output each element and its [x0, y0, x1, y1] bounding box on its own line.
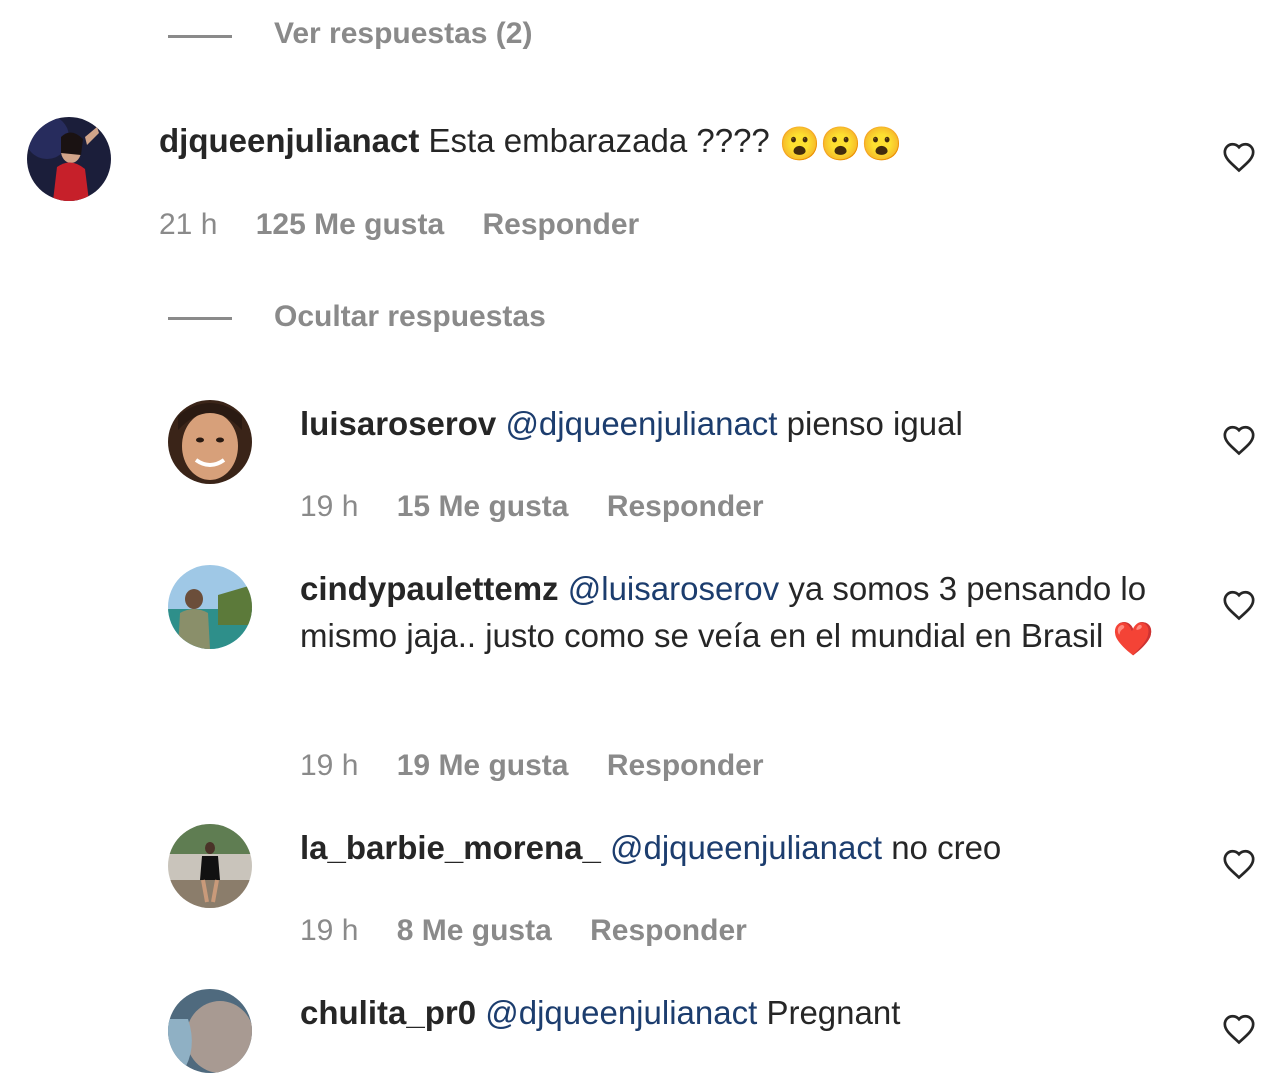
reply-button[interactable]: Responder — [483, 208, 640, 242]
reply-meta: 19 h 15 Me gusta Responder — [300, 490, 764, 524]
reply-text: chulita_pr0 @djqueenjulianact Pregnant — [300, 989, 1190, 1036]
comment-username[interactable]: djqueenjulianact — [159, 122, 419, 159]
comment-main-text: djqueenjulianact Esta embarazada ???? 😮😮… — [159, 117, 1199, 167]
avatar-image — [168, 565, 252, 649]
reply-likes[interactable]: 8 Me gusta — [397, 914, 552, 948]
avatar-djqueenjulianact[interactable] — [27, 117, 111, 201]
comment-likes[interactable]: 125 Me gusta — [256, 208, 444, 242]
reply-mention[interactable]: @luisaroserov — [568, 570, 779, 607]
comment-time: 21 h — [159, 208, 218, 241]
view-replies-button[interactable]: Ver respuestas (2) — [274, 17, 532, 51]
red-heart-emoji: ❤️ — [1112, 619, 1154, 657]
reply-mention[interactable]: @djqueenjulianact — [505, 405, 777, 442]
reply-mention[interactable]: @djqueenjulianact — [610, 829, 882, 866]
like-heart-icon[interactable] — [1222, 424, 1256, 456]
comment-body: Esta embarazada ???? — [428, 122, 770, 159]
hide-replies-line — [168, 317, 232, 320]
astonished-emoji: 😮 — [778, 124, 821, 162]
reply-body: pienso igual — [786, 405, 963, 442]
hide-replies-button[interactable]: Ocultar respuestas — [274, 300, 546, 334]
comment-main-meta: 21 h 125 Me gusta Responder — [159, 208, 639, 242]
view-replies-line — [168, 35, 232, 38]
reply-meta: 19 h 8 Me gusta Responder — [300, 914, 747, 948]
reply-button[interactable]: Responder — [607, 490, 764, 524]
avatar-chulita-pr0[interactable] — [168, 989, 252, 1073]
avatar-la-barbie-morena[interactable] — [168, 824, 252, 908]
reply-username[interactable]: luisaroserov — [300, 405, 496, 442]
reply-time: 19 h — [300, 490, 359, 523]
reply-text: luisaroserov @djqueenjulianact pienso ig… — [300, 400, 1180, 447]
avatar-image — [168, 824, 252, 908]
reply-username[interactable]: la_barbie_morena_ — [300, 829, 601, 866]
reply-mention[interactable]: @djqueenjulianact — [485, 994, 757, 1031]
reply-body: no creo — [891, 829, 1002, 866]
like-heart-icon[interactable] — [1222, 1013, 1256, 1045]
like-heart-icon[interactable] — [1222, 141, 1256, 173]
astonished-emoji: 😮 — [820, 124, 862, 162]
reply-meta: 19 h 19 Me gusta Responder — [300, 749, 764, 783]
reply-time: 19 h — [300, 914, 359, 947]
reply-button[interactable]: Responder — [607, 749, 764, 783]
avatar-image — [168, 400, 252, 484]
avatar-luisaroserov[interactable] — [168, 400, 252, 484]
astonished-emoji: 😮 — [861, 124, 903, 162]
like-heart-icon[interactable] — [1222, 848, 1256, 880]
avatar-image — [168, 989, 252, 1073]
reply-username[interactable]: cindypaulettemz — [300, 570, 559, 607]
reply-button[interactable]: Responder — [590, 914, 747, 948]
reply-body: Pregnant — [766, 994, 901, 1031]
avatar-image — [27, 117, 111, 201]
like-heart-icon[interactable] — [1222, 589, 1256, 621]
reply-text: cindypaulettemz @luisaroserov ya somos 3… — [300, 565, 1190, 662]
reply-likes[interactable]: 19 Me gusta — [397, 749, 569, 783]
reply-time: 19 h — [300, 749, 359, 782]
avatar-cindypaulettemz[interactable] — [168, 565, 252, 649]
reply-likes[interactable]: 15 Me gusta — [397, 490, 569, 524]
reply-username[interactable]: chulita_pr0 — [300, 994, 476, 1031]
reply-text: la_barbie_morena_ @djqueenjulianact no c… — [300, 824, 1190, 871]
